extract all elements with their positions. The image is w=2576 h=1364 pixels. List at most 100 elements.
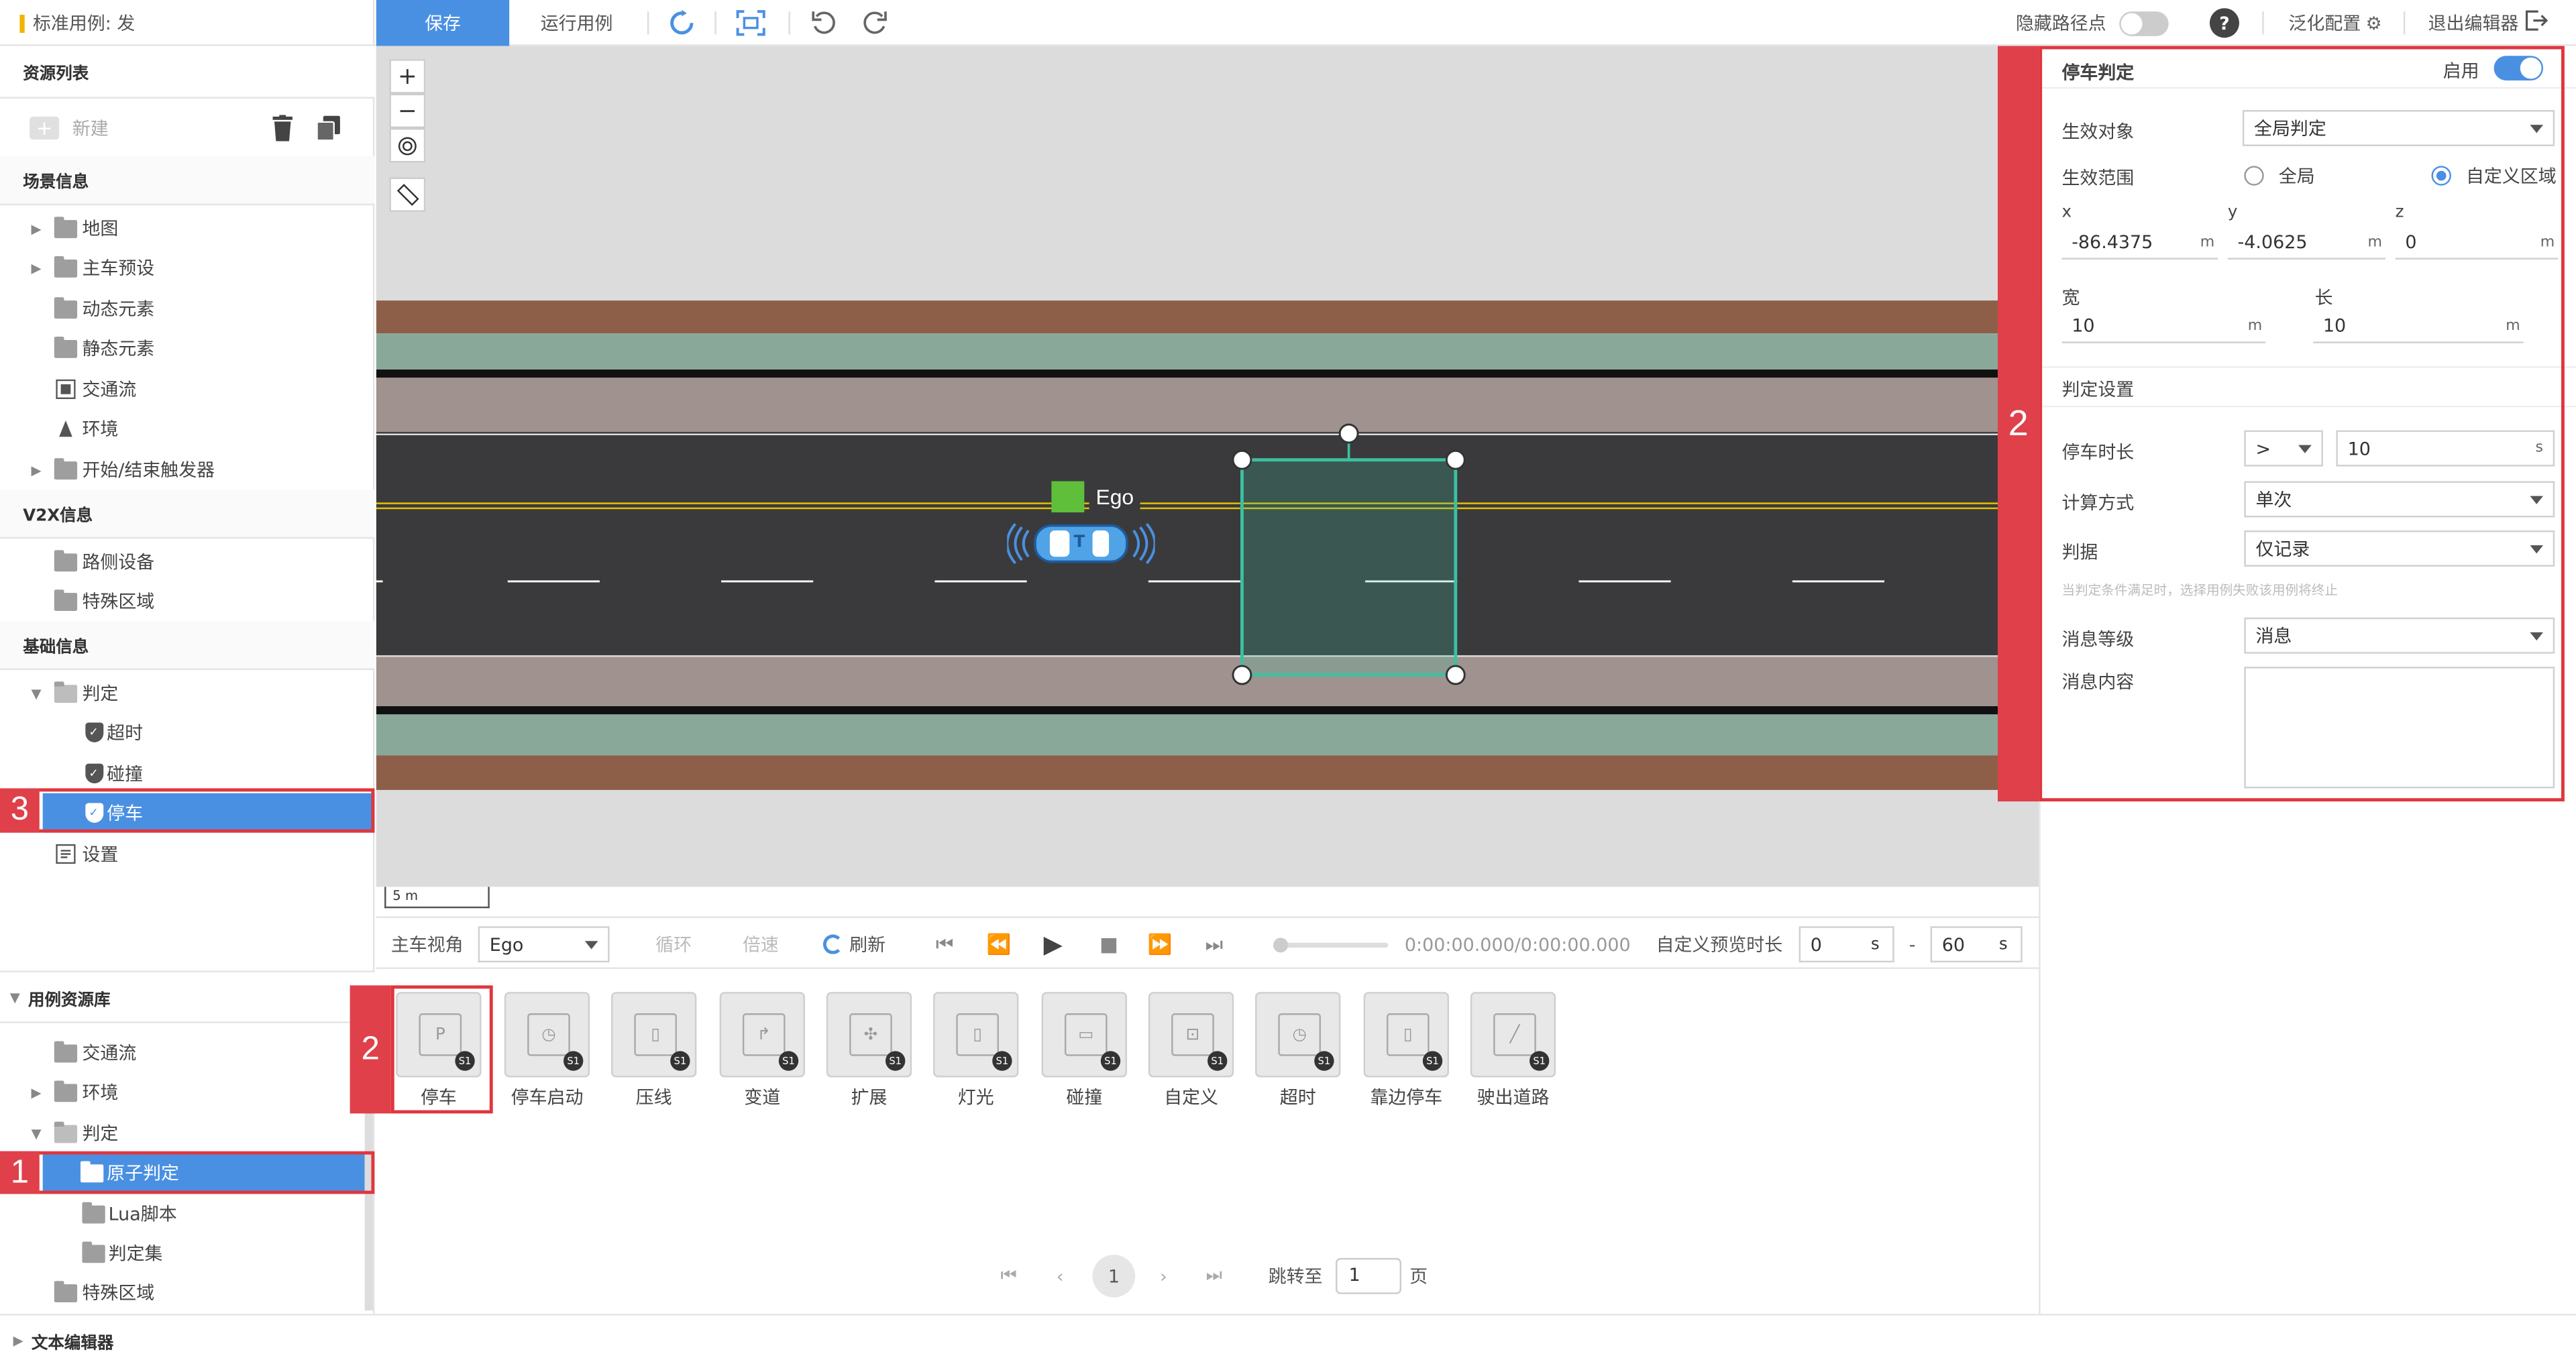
judge-template-tile[interactable]: ◷ S1 [504,992,590,1078]
tree-item-settings[interactable]: 设置 [0,834,374,874]
tree-item-environment[interactable]: 环境 [0,409,374,449]
redo-path-icon[interactable] [667,8,696,38]
judge-template-tile[interactable]: ╱ S1 [1470,992,1556,1078]
folder-icon [54,1080,78,1102]
help-icon[interactable]: ? [2209,8,2239,38]
judge-template-tile[interactable]: ▯ S1 [1363,992,1450,1078]
lib-item-judge[interactable]: ▼ 判定 [0,1113,374,1153]
tile-label: 靠边停车 [1370,1087,1443,1109]
stop-icon[interactable]: ■ [1094,931,1124,958]
tree-item-collision[interactable]: ✓ 碰撞 [0,754,374,793]
generalize-config-button[interactable]: 泛化配置 ⚙ [2288,0,2381,46]
tree-item-judge[interactable]: ▼ 判定 [0,673,374,713]
refresh-button[interactable]: 刷新 [822,918,886,970]
copy-icon[interactable] [317,115,340,141]
preview-start-input[interactable]: 0s [1799,926,1894,963]
new-button[interactable]: 新建 [72,115,109,141]
judge-template-tile[interactable]: ▯ S1 [611,992,697,1078]
judge-template-tile[interactable]: ◷ S1 [1255,992,1341,1078]
hide-waypoints-control[interactable]: 隐藏路径点 [2016,0,2169,46]
case-library-header[interactable]: ▼ 用例资源库 [0,970,375,1023]
hide-waypoints-label: 隐藏路径点 [2015,13,2106,35]
first-page-icon[interactable]: ⏮ [1000,1255,1016,1298]
toolbar-divider [788,11,790,35]
next-page-icon[interactable]: › [1160,1255,1167,1298]
caret-right-icon[interactable]: ▶ [32,1085,45,1100]
tree-item-traffic-flow[interactable]: 交通流 [0,370,374,409]
lib-item-environment[interactable]: ▶ 环境 [0,1072,374,1112]
add-icon[interactable]: + [30,116,60,140]
timeline-handle[interactable] [1273,937,1289,953]
ruler-icon[interactable] [389,177,426,212]
exit-editor-button[interactable]: 退出编辑器 [2428,0,2548,46]
text-editor-toggle[interactable]: ▶ 文本编辑器 [13,1328,114,1353]
last-page-icon[interactable]: ⏭ [1206,1255,1222,1298]
tile-label: 碰撞 [1066,1087,1103,1109]
tree-item-dynamic-elements[interactable]: 动态元素 [0,289,374,329]
judge-template-tile[interactable]: ✣ S1 [826,992,912,1078]
folder-icon [54,549,78,571]
s1-badge: S1 [992,1051,1012,1071]
tree-item-map[interactable]: ▶ 地图 [0,209,374,248]
redo-icon[interactable] [861,8,890,38]
judge-template-tile[interactable]: ▯ S1 [933,992,1019,1078]
tree-item-label: 地图 [82,218,119,240]
judge-template-tile[interactable]: ▭ S1 [1041,992,1128,1078]
tree-item-ego-preset[interactable]: ▶ 主车预设 [0,248,374,288]
zoom-in-button[interactable]: + [389,59,426,94]
target-icon[interactable] [389,128,426,163]
view-select[interactable]: Ego [478,926,610,963]
tree-item-special-zone[interactable]: 特殊区域 [0,581,374,621]
map-canvas[interactable]: Ego T + − [376,46,2039,887]
save-button[interactable]: 保存 [376,0,510,46]
tree-item-label: 特殊区域 [82,591,155,613]
tree-item-timeout[interactable]: ✓ 超时 [0,713,374,752]
undo-icon[interactable] [808,8,838,38]
lib-item-traffic[interactable]: 交通流 [0,1033,374,1072]
zoom-out-button[interactable]: − [389,93,426,129]
preview-end-input[interactable]: 60 s [1930,926,2023,963]
loop-button[interactable]: 循环 [655,918,692,970]
trash-icon[interactable] [271,115,294,141]
hide-waypoints-toggle[interactable] [2119,10,2169,36]
judge-template-tile[interactable]: ↱ S1 [719,992,806,1078]
current-page[interactable]: 1 [1092,1255,1136,1298]
play-icon[interactable]: ▶ [1038,929,1068,959]
lib-item-lua-script[interactable]: Lua脚本 [0,1194,374,1233]
tree-item-label: Lua脚本 [108,1204,177,1225]
judge-template-tile[interactable]: P S1 [396,992,482,1078]
annotation-number-2-panel: 2 [1997,46,2039,802]
basic-info-header: 基础信息 [0,620,375,671]
folder-icon [82,1201,105,1223]
tree-item-static-elements[interactable]: 静态元素 [0,329,374,368]
shield-check-icon: ✓ [85,722,103,742]
top-toolbar: 标准用例: 发 保存 运行用例 隐藏路径点 ? 泛化配置 ⚙ 退出编辑器 [0,0,2576,46]
toolbar-divider [647,11,649,35]
tree-item-start-end-trigger[interactable]: ▶ 开始/结束触发器 [0,450,374,490]
prev-page-icon[interactable]: ‹ [1057,1255,1064,1298]
step-forward-icon[interactable]: ⏩ [1145,931,1175,958]
caret-down-icon[interactable]: ▼ [32,685,45,700]
refresh-label: 刷新 [849,934,886,956]
lib-item-special-zone[interactable]: 特殊区域 [0,1273,374,1312]
ego-marker[interactable] [1051,481,1085,513]
skip-end-icon[interactable]: ⏭ [1199,931,1229,958]
settings-doc-icon [54,844,77,864]
caret-down-icon[interactable]: ▼ [32,1126,45,1141]
tile-label: 变道 [744,1087,781,1109]
fit-view-icon[interactable] [736,8,765,38]
caret-right-icon[interactable]: ▶ [32,462,45,477]
tree-item-roadside-device[interactable]: 路侧设备 [0,542,374,581]
judge-template-tile[interactable]: ⊡ S1 [1148,992,1234,1078]
run-case-button[interactable]: 运行用例 [523,0,631,46]
bottom-bar: ▶ 文本编辑器 [0,1314,2576,1364]
folder-icon [54,216,78,237]
skip-start-icon[interactable]: ⏮ [930,931,959,958]
step-back-icon[interactable]: ⏪ [984,931,1014,958]
timeline-slider[interactable] [1273,937,1389,953]
lib-item-judge-set[interactable]: 判定集 [0,1233,374,1273]
caret-right-icon[interactable]: ▶ [32,260,45,275]
speed-button[interactable]: 倍速 [743,918,779,970]
jump-page-input[interactable]: 1 [1336,1257,1401,1294]
caret-right-icon[interactable]: ▶ [32,221,45,235]
